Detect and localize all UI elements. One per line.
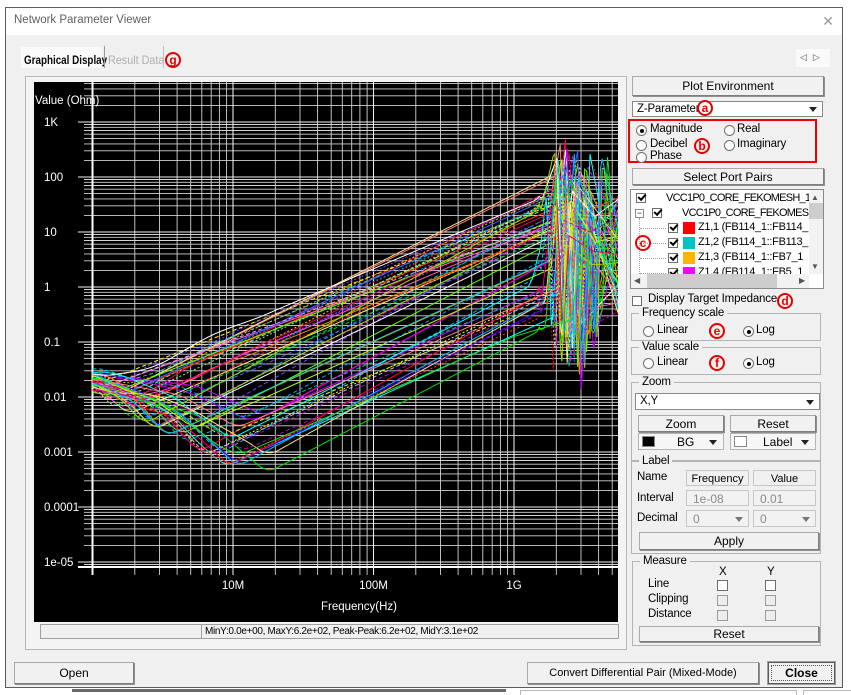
svg-text:0.1: 0.1 (44, 337, 60, 349)
svg-text:0.0001: 0.0001 (44, 502, 79, 514)
svg-text:1G: 1G (506, 580, 521, 592)
svg-text:100M: 100M (359, 580, 388, 592)
svg-text:1: 1 (44, 282, 50, 294)
svg-text:100: 100 (44, 172, 63, 184)
svg-text:1K: 1K (44, 117, 58, 129)
svg-text:0.01: 0.01 (44, 392, 66, 404)
svg-text:0.001: 0.001 (44, 447, 73, 459)
svg-text:10: 10 (44, 227, 57, 239)
svg-text:1e-05: 1e-05 (44, 557, 73, 569)
svg-text:Value (Ohm): Value (Ohm) (35, 95, 100, 107)
svg-text:10M: 10M (222, 580, 244, 592)
svg-text:Frequency(Hz): Frequency(Hz) (321, 601, 397, 613)
